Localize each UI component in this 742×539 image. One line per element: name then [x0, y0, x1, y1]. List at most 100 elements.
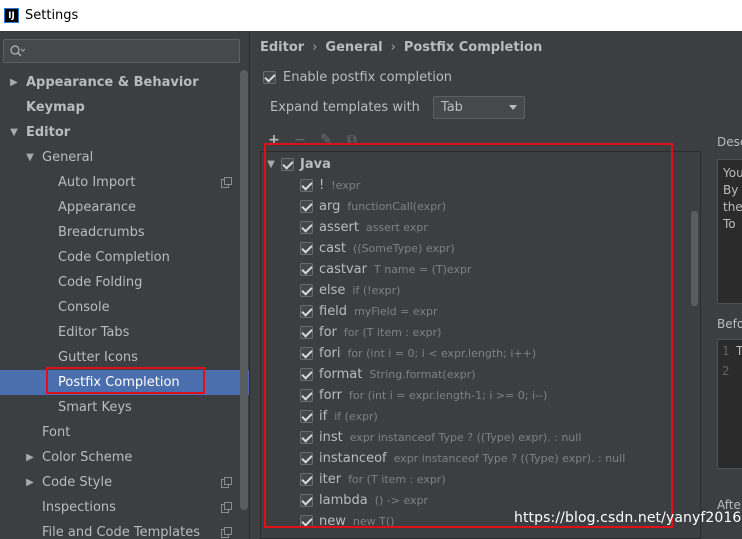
breadcrumb: Editor › General › Postfix Completion [260, 40, 542, 55]
sidebar-item-inspections[interactable]: Inspections [0, 495, 249, 520]
template-item[interactable]: lambda () -> expr [300, 490, 428, 511]
sidebar-item-file-and-code-templates[interactable]: File and Code Templates [0, 520, 249, 539]
add-template-button[interactable]: + [266, 132, 282, 148]
template-item[interactable]: cast ((SomeType) expr) [300, 238, 455, 259]
template-description: String.format(expr) [369, 368, 476, 381]
sidebar-item-gutter-icons[interactable]: Gutter Icons [0, 345, 249, 370]
sidebar-item-label: Appearance & Behavior [26, 75, 199, 90]
sidebar-item-general[interactable]: ▼ General [0, 145, 249, 170]
enable-postfix-checkbox[interactable] [263, 71, 276, 84]
remove-template-button[interactable]: − [292, 132, 308, 148]
search-icon [10, 45, 25, 57]
sidebar-item-postfix-completion[interactable]: Postfix Completion [0, 370, 249, 395]
title-bar: IJ Settings [0, 0, 742, 31]
line-number: 1 [722, 344, 730, 358]
sidebar-item-appearance[interactable]: Appearance [0, 195, 249, 220]
collapsed-arrow-icon[interactable]: ▶ [24, 445, 36, 470]
sidebar-item-label: Postfix Completion [58, 375, 180, 390]
template-checkbox[interactable] [300, 368, 313, 381]
template-key: forr [319, 388, 342, 403]
sidebar-item-editor-tabs[interactable]: Editor Tabs [0, 320, 249, 345]
sidebar-item-label: Auto Import [58, 175, 136, 190]
template-checkbox[interactable] [300, 389, 313, 402]
template-description: if (expr) [334, 410, 378, 423]
sidebar-item-label: File and Code Templates [42, 525, 200, 539]
template-item[interactable]: for for (T item : expr) [300, 322, 441, 343]
template-group-java[interactable]: ▼ Java [265, 154, 331, 175]
templates-scrollbar[interactable] [691, 211, 698, 306]
sidebar-item-console[interactable]: Console [0, 295, 249, 320]
expand-templates-select[interactable]: Tab [432, 96, 525, 119]
project-scope-icon [221, 502, 232, 513]
sidebar-item-keymap[interactable]: Keymap [0, 95, 249, 120]
sidebar-item-appearance-behavior[interactable]: ▶ Appearance & Behavior [0, 70, 249, 95]
template-checkbox[interactable] [300, 221, 313, 234]
template-item[interactable]: castvar T name = (T)expr [300, 259, 472, 280]
sidebar-scrollbar[interactable] [240, 70, 248, 510]
template-checkbox[interactable] [300, 326, 313, 339]
copy-template-button[interactable]: ⧉ [344, 132, 360, 148]
template-checkbox[interactable] [300, 515, 313, 528]
template-key: if [319, 409, 328, 424]
template-key: cast [319, 241, 346, 256]
chevron-right-icon: › [390, 40, 396, 55]
sidebar-item-label: Keymap [26, 100, 85, 115]
sidebar-item-label: Font [42, 425, 71, 440]
sidebar-item-auto-import[interactable]: Auto Import [0, 170, 249, 195]
collapsed-arrow-icon[interactable]: ▶ [8, 70, 20, 95]
enable-postfix-row[interactable]: Enable postfix completion [263, 70, 452, 85]
expanded-arrow-icon[interactable]: ▼ [8, 120, 20, 145]
template-item[interactable]: ! !expr [300, 175, 360, 196]
template-item[interactable]: arg functionCall(expr) [300, 196, 446, 217]
sidebar-item-label: Code Completion [58, 250, 170, 265]
template-checkbox[interactable] [300, 494, 313, 507]
settings-search-input[interactable] [3, 39, 240, 63]
template-item[interactable]: format String.format(expr) [300, 364, 476, 385]
template-group-checkbox[interactable] [281, 158, 294, 171]
template-checkbox[interactable] [300, 452, 313, 465]
sidebar-item-label: Color Scheme [42, 450, 133, 465]
sidebar-item-label: Gutter Icons [58, 350, 138, 365]
sidebar-item-code-folding[interactable]: Code Folding [0, 270, 249, 295]
template-description: for (int i = expr.length-1; i >= 0; i--) [349, 389, 548, 402]
template-item[interactable]: else if (!expr) [300, 280, 400, 301]
template-item[interactable]: if if (expr) [300, 406, 378, 427]
sidebar-item-code-completion[interactable]: Code Completion [0, 245, 249, 270]
template-item[interactable]: instanceof expr instanceof Type ? ((Type)… [300, 448, 625, 469]
template-item[interactable]: inst expr instanceof Type ? ((Type) expr)… [300, 427, 581, 448]
template-item[interactable]: field myField = expr [300, 301, 437, 322]
template-checkbox[interactable] [300, 305, 313, 318]
description-line: By [723, 183, 739, 197]
template-item[interactable]: assert assert expr [300, 217, 428, 238]
template-checkbox[interactable] [300, 431, 313, 444]
template-checkbox[interactable] [300, 347, 313, 360]
sidebar-item-code-style[interactable]: ▶ Code Style [0, 470, 249, 495]
sidebar-item-font[interactable]: Font [0, 420, 249, 445]
settings-sidebar: ▶ Appearance & Behavior Keymap ▼ Editor ▼ Gene… [0, 31, 250, 539]
template-item[interactable]: fori for (int i = 0; i < expr.length; i++… [300, 343, 536, 364]
collapsed-arrow-icon[interactable]: ▶ [24, 470, 36, 495]
template-item[interactable]: new new T() [300, 511, 394, 532]
template-checkbox[interactable] [300, 284, 313, 297]
expanded-arrow-icon[interactable]: ▼ [24, 145, 36, 170]
template-key: iter [319, 472, 342, 487]
sidebar-item-smart-keys[interactable]: Smart Keys [0, 395, 249, 420]
template-item[interactable]: forr for (int i = expr.length-1; i >= 0; … [300, 385, 547, 406]
template-checkbox[interactable] [300, 242, 313, 255]
window-title: Settings [25, 8, 79, 23]
sidebar-item-editor[interactable]: ▼ Editor [0, 120, 249, 145]
template-description: T name = (T)expr [374, 263, 472, 276]
sidebar-item-color-scheme[interactable]: ▶ Color Scheme [0, 445, 249, 470]
project-scope-icon [221, 177, 232, 188]
template-checkbox[interactable] [300, 473, 313, 486]
template-checkbox[interactable] [300, 200, 313, 213]
template-checkbox[interactable] [300, 179, 313, 192]
expanded-arrow-icon[interactable]: ▼ [265, 154, 277, 175]
sidebar-item-breadcrumbs[interactable]: Breadcrumbs [0, 220, 249, 245]
template-checkbox[interactable] [300, 263, 313, 276]
edit-template-button[interactable]: ✎ [318, 132, 334, 148]
template-checkbox[interactable] [300, 410, 313, 423]
sidebar-item-label: Console [58, 300, 110, 315]
template-description: assert expr [365, 221, 428, 234]
template-item[interactable]: iter for (T item : expr) [300, 469, 446, 490]
